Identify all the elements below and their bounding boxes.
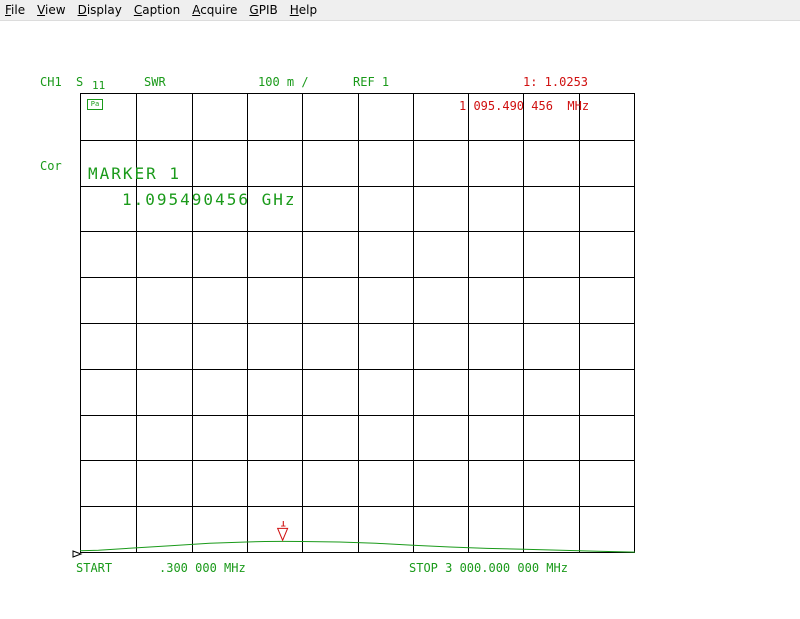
marker-triangle-icon[interactable] bbox=[276, 527, 289, 542]
menu-mnemonic: C bbox=[133, 3, 143, 17]
menu-help[interactable]: Help bbox=[285, 0, 322, 20]
menu-mnemonic: G bbox=[249, 3, 259, 17]
grid-vline bbox=[468, 94, 470, 552]
menu-mnemonic: D bbox=[77, 3, 87, 17]
correction-icon: Pa bbox=[87, 99, 103, 110]
s11-trace bbox=[79, 540, 636, 553]
param-label: S bbox=[76, 75, 84, 89]
menu-bar: File View Display Caption Acquire GPIB Help bbox=[0, 0, 800, 21]
trace-plot: 1 bbox=[72, 521, 636, 558]
reference-position-icon bbox=[72, 550, 83, 558]
graticule bbox=[80, 93, 635, 553]
menu-label-rest: elp bbox=[298, 3, 318, 17]
grid-hline bbox=[81, 506, 634, 508]
menu-label-rest: isplay bbox=[86, 3, 122, 17]
grid-hline bbox=[81, 414, 634, 416]
format-label: SWR bbox=[144, 75, 166, 89]
menu-file[interactable]: File bbox=[0, 0, 30, 20]
menu-display[interactable]: Display bbox=[73, 0, 127, 20]
stop-label: STOP 3 000.000 000 MHz bbox=[409, 561, 568, 575]
marker-readout: 1: 1.0253 bbox=[523, 75, 589, 89]
menu-label-rest: PIB bbox=[258, 3, 278, 17]
scale-label: 100 m / bbox=[258, 75, 309, 89]
analyzer-display: CH1 S 11 SWR 100 m / REF 1 1: 1.0253 Cor… bbox=[0, 21, 800, 619]
channel-label: CH1 bbox=[40, 75, 62, 89]
menu-label-rest: aption bbox=[142, 3, 181, 17]
grid-hline bbox=[81, 368, 634, 370]
grid-hline bbox=[81, 323, 634, 324]
marker-box-title: MARKER 1 bbox=[88, 164, 182, 183]
marker-box-value: 1.095490456 GHz bbox=[122, 190, 297, 209]
grid-vline bbox=[523, 94, 525, 552]
grid-vline bbox=[578, 94, 580, 552]
menu-label-rest: ile bbox=[11, 3, 26, 17]
menu-view[interactable]: View bbox=[32, 0, 70, 20]
start-value: .300 000 MHz bbox=[159, 561, 246, 575]
start-label: START bbox=[76, 561, 113, 575]
cor-label: Cor bbox=[40, 159, 62, 173]
menu-acquire[interactable]: Acquire bbox=[187, 0, 242, 20]
menu-mnemonic: V bbox=[37, 3, 46, 17]
menu-label-rest: iew bbox=[45, 3, 66, 17]
menu-mnemonic: A bbox=[192, 3, 201, 17]
param-subscript: 11 bbox=[92, 79, 106, 92]
menu-label-rest: cquire bbox=[200, 3, 238, 17]
marker-number: 1 bbox=[280, 521, 287, 529]
marker-frequency-readout: 1 095.490 456 MHz bbox=[459, 99, 590, 113]
menu-gpib[interactable]: GPIB bbox=[244, 0, 282, 20]
menu-caption[interactable]: Caption bbox=[129, 0, 185, 20]
grid-hline bbox=[81, 460, 634, 462]
ref-label: REF 1 bbox=[353, 75, 390, 89]
menu-mnemonic: H bbox=[289, 3, 299, 17]
grid-vline bbox=[412, 94, 414, 552]
